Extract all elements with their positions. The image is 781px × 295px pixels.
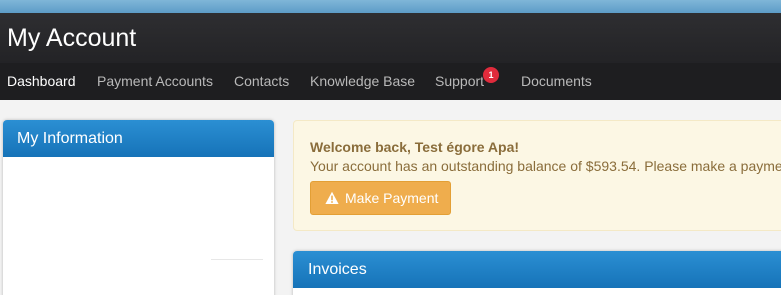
top-accent-bar (0, 0, 781, 13)
main-nav: Dashboard Payment Accounts Contacts Know… (0, 63, 781, 100)
invoices-title: Invoices (293, 251, 781, 288)
welcome-message: Welcome back, Test égore Apa! (310, 139, 520, 155)
balance-alert: Welcome back, Test égore Apa! Your accou… (293, 120, 781, 231)
nav-item-knowledge-base[interactable]: Knowledge Base (310, 73, 415, 89)
nav-item-payment-accounts[interactable]: Payment Accounts (97, 73, 213, 89)
divider (211, 259, 263, 260)
warning-icon (325, 191, 339, 204)
make-payment-button[interactable]: Make Payment (310, 181, 451, 215)
nav-item-contacts[interactable]: Contacts (234, 73, 289, 89)
invoices-panel: Invoices (293, 251, 781, 295)
balance-message: Your account has an outstanding balance … (310, 158, 781, 174)
my-information-panel: My Information (3, 120, 274, 295)
nav-item-documents[interactable]: Documents (521, 73, 592, 89)
nav-item-support[interactable]: Support 1 (435, 67, 500, 89)
nav-item-support-label: Support (435, 73, 485, 89)
nav-item-dashboard[interactable]: Dashboard (7, 73, 76, 89)
my-information-title: My Information (3, 120, 274, 157)
header: My Account (0, 13, 781, 63)
make-payment-label: Make Payment (345, 190, 439, 206)
page-title: My Account (7, 24, 137, 52)
support-notification-badge: 1 (483, 67, 500, 83)
